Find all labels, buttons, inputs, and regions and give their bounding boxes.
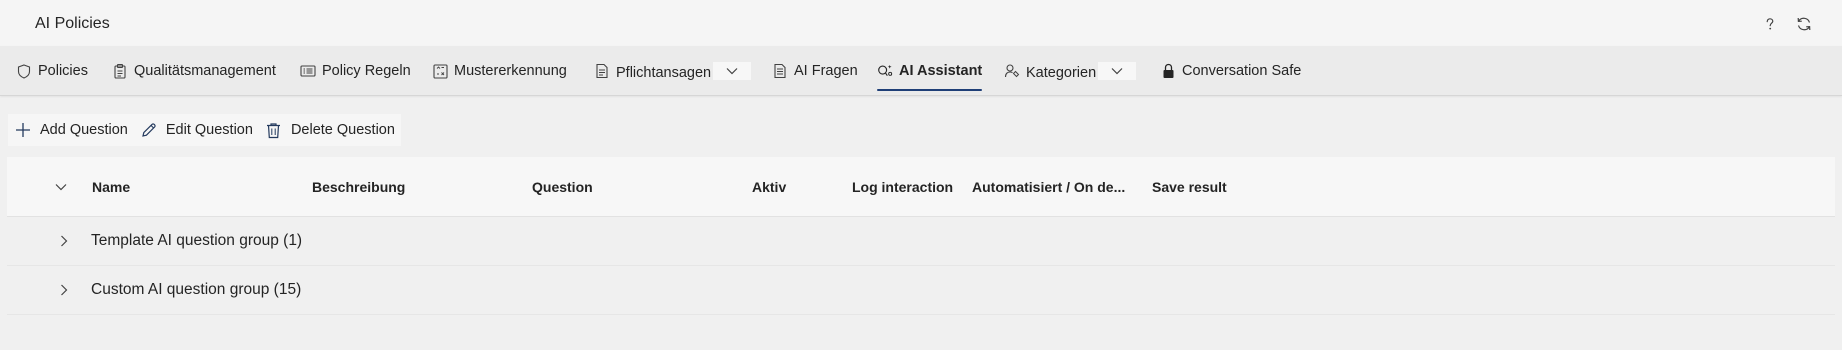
column-header-aktiv[interactable]: Aktiv — [752, 157, 786, 217]
column-header-log-interaction[interactable]: Log interaction — [852, 157, 953, 217]
clipboard-icon — [112, 63, 128, 79]
tab-ai-fragen[interactable]: AI Fragen — [772, 46, 858, 96]
column-header-beschreibung[interactable]: Beschreibung — [312, 157, 405, 217]
edit-question-button[interactable]: Edit Question — [134, 114, 259, 146]
column-header-question[interactable]: Question — [532, 157, 593, 217]
pattern-icon — [432, 63, 448, 79]
tab-policies[interactable]: Policies — [16, 46, 88, 96]
column-header-name[interactable]: Name — [92, 157, 130, 217]
chevron-down-icon[interactable] — [713, 62, 752, 80]
column-header-automatisiert[interactable]: Automatisiert / On de... — [972, 157, 1125, 217]
lock-icon — [1160, 63, 1176, 79]
chevron-right-icon[interactable] — [55, 281, 73, 299]
shield-icon — [16, 63, 32, 79]
pencil-icon — [140, 121, 158, 139]
command-bar: Add Question Edit Question Delete Questi… — [8, 114, 401, 146]
edit-question-label: Edit Question — [165, 122, 253, 138]
chevron-down-icon[interactable] — [1098, 62, 1137, 80]
group-label: Template AI question group (1) — [91, 232, 303, 249]
tab-label: Qualitätsmanagement — [134, 63, 276, 79]
tab-label: AI Assistant — [899, 63, 983, 79]
column-header-save-result[interactable]: Save result — [1152, 157, 1227, 217]
tab-label: Conversation Safe — [1182, 63, 1302, 79]
delete-question-button[interactable]: Delete Question — [259, 114, 401, 146]
tab-label: Kategorien — [1026, 65, 1097, 81]
chevron-right-icon[interactable] — [55, 232, 73, 250]
title-bar: AI Policies — [0, 0, 1842, 46]
tab-label: Pflichtansagen — [616, 65, 712, 81]
refresh-icon[interactable] — [1794, 14, 1814, 34]
add-question-button[interactable]: Add Question — [8, 114, 134, 146]
grid-header: Name Beschreibung Question Aktiv Log int… — [7, 157, 1835, 217]
group-row-custom[interactable]: Custom AI question group (15) — [7, 266, 1835, 315]
delete-question-label: Delete Question — [290, 122, 395, 138]
app-title: AI Policies — [35, 15, 110, 32]
tab-kategorien[interactable]: Kategorien — [1004, 46, 1137, 96]
tab-qualitaetsmanagement[interactable]: Qualitätsmanagement — [112, 46, 276, 96]
chevron-down-icon[interactable] — [52, 178, 70, 196]
tab-label: Policies — [38, 63, 88, 79]
tab-label: AI Fragen — [794, 63, 858, 79]
title-actions — [1760, 14, 1814, 34]
tab-bar: Policies Qualitätsmanagement Policy Rege… — [0, 46, 1842, 96]
tab-policy-regeln[interactable]: Policy Regeln — [300, 46, 411, 96]
group-row-template[interactable]: Template AI question group (1) — [7, 217, 1835, 266]
trash-icon — [265, 121, 283, 139]
rules-icon — [300, 63, 316, 79]
document-icon — [594, 63, 610, 79]
tab-ai-assistant[interactable]: AI Assistant — [877, 46, 983, 96]
tab-pflichtansagen[interactable]: Pflichtansagen — [594, 46, 752, 96]
add-question-label: Add Question — [40, 122, 128, 138]
tab-mustererkennung[interactable]: Mustererkennung — [432, 46, 567, 96]
assistant-icon — [877, 63, 893, 79]
tab-label: Policy Regeln — [322, 63, 411, 79]
tab-conversation-safe[interactable]: Conversation Safe — [1160, 46, 1301, 96]
tab-label: Mustererkennung — [454, 63, 567, 79]
plus-icon — [14, 121, 32, 139]
help-icon[interactable] — [1760, 14, 1780, 34]
group-label: Custom AI question group (15) — [91, 281, 302, 298]
person-tag-icon — [1004, 63, 1020, 79]
document-lines-icon — [772, 63, 788, 79]
questions-grid: Name Beschreibung Question Aktiv Log int… — [7, 157, 1835, 315]
